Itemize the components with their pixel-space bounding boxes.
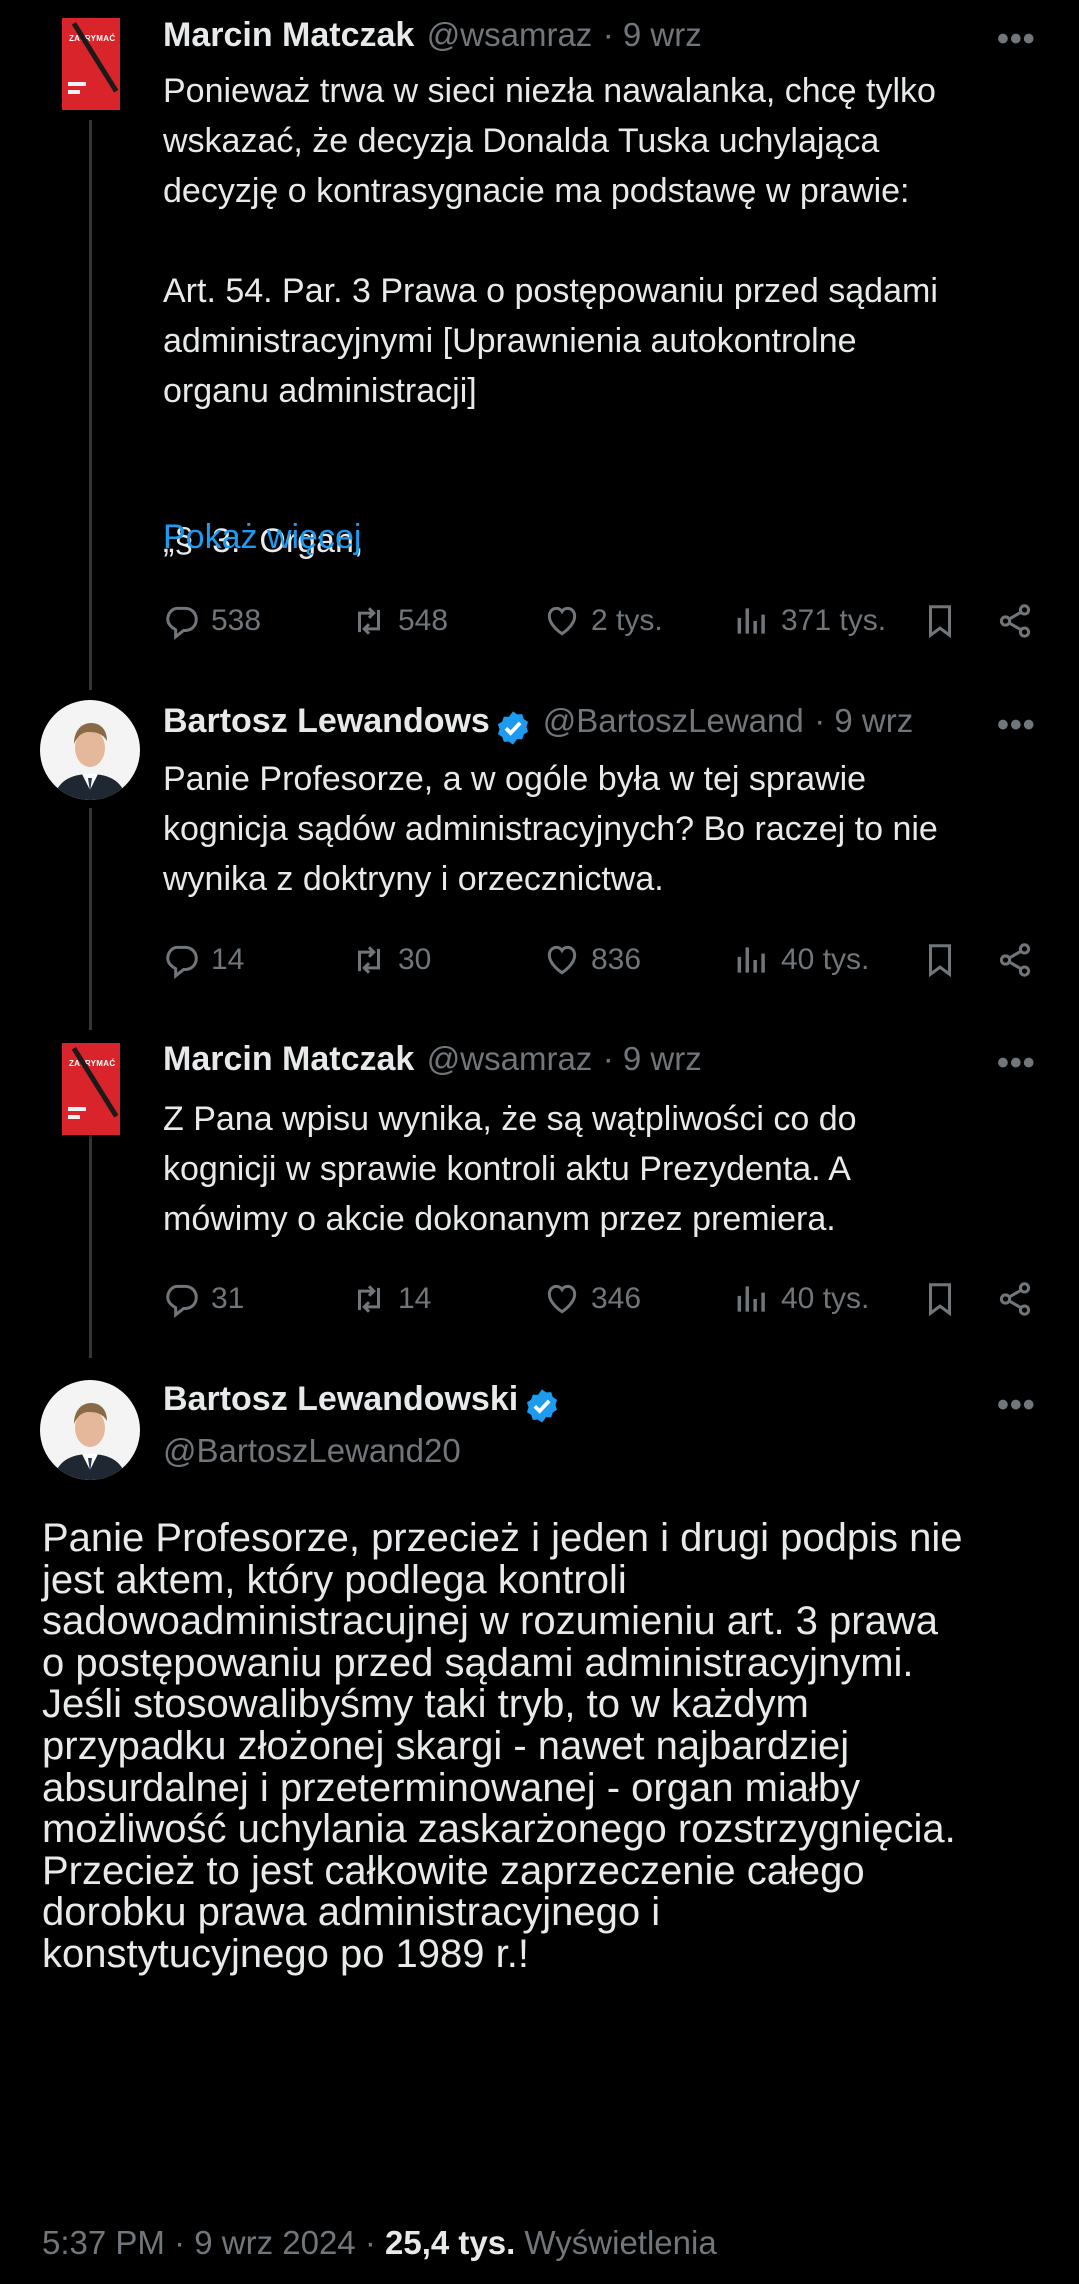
bookmark-icon <box>928 944 952 978</box>
tweet-text: Z Pana wpisu wynika, że są wątpliwości c… <box>163 1100 857 1238</box>
reply-button[interactable]: 31 <box>163 1274 244 1324</box>
author-name[interactable]: Marcin Matczak <box>163 16 414 54</box>
verified-icon <box>498 711 529 745</box>
thread-line <box>89 120 92 690</box>
repost-icon <box>357 946 381 974</box>
reply-icon <box>166 606 198 640</box>
share-icon <box>999 1282 1031 1316</box>
repost-count: 14 <box>398 1282 432 1315</box>
author-handle[interactable]: @wsamraz <box>427 1040 593 1077</box>
avatar-photo <box>40 700 140 800</box>
reply-icon <box>166 1284 198 1318</box>
like-icon <box>547 606 577 636</box>
thread-line <box>89 1122 92 1358</box>
tweet-text: Panie Profesorze, a w ogóle była w tej s… <box>163 760 938 898</box>
repost-count: 30 <box>398 943 432 976</box>
more-icon[interactable]: ••• <box>997 1044 1036 1083</box>
reply-count: 31 <box>211 1282 245 1315</box>
more-icon[interactable]: ••• <box>997 706 1036 745</box>
repost-button[interactable]: 30 <box>350 935 431 985</box>
avatar[interactable]: ZATRYMAĆ <box>62 18 120 110</box>
tweet-actions: 538 548 2 tys. 371 tys. <box>163 596 1043 646</box>
bookmark-icon <box>928 1283 952 1317</box>
reply-icon <box>166 945 198 979</box>
more-icon[interactable]: ••• <box>997 1386 1036 1425</box>
like-count: 346 <box>591 1282 642 1315</box>
views-count: 371 tys. <box>781 604 887 637</box>
repost-button[interactable]: 548 <box>350 596 448 646</box>
tweet-timestamp[interactable]: 5:37 PM · 9 wrz 2024 · <box>42 2224 385 2261</box>
author-name[interactable]: Bartosz Lewandowski <box>163 1380 518 1418</box>
tweet-date[interactable]: · 9 wrz <box>603 1040 702 1077</box>
avatar-book-title: ZATRYMAĆ <box>69 34 116 43</box>
tweet-actions: 14 30 836 40 tys. <box>163 935 1043 985</box>
views-count: 40 tys. <box>781 1282 870 1315</box>
verified-icon <box>526 1389 557 1423</box>
like-count: 2 tys. <box>591 604 663 637</box>
views-icon <box>737 1286 765 1312</box>
show-more-link[interactable]: Pokaż więcej <box>163 518 361 557</box>
share-button[interactable] <box>996 596 1044 646</box>
like-count: 836 <box>591 943 642 976</box>
repost-icon <box>357 607 381 635</box>
share-button[interactable] <box>996 1274 1044 1324</box>
views-total: 25,4 tys. <box>384 2224 516 2261</box>
reply-button[interactable]: 14 <box>163 935 244 985</box>
bookmark-button[interactable] <box>921 596 969 646</box>
views-button[interactable]: 371 tys. <box>733 596 886 646</box>
tweet-footer: 5:37 PM · 9 wrz 2024 · 25,4 tys. Wyświet… <box>42 2224 717 2262</box>
avatar-book-title: ZATRYMAĆ <box>69 1059 116 1068</box>
reply-button[interactable]: 538 <box>163 596 261 646</box>
tweet-text: Ponieważ trwa w sieci niezła nawalanka, … <box>163 72 938 560</box>
author-handle[interactable]: @wsamraz <box>427 16 593 53</box>
tweet-header: Marcin Matczak @wsamraz · 9 wrz <box>163 1040 702 1079</box>
repost-count: 548 <box>398 604 449 637</box>
views-button[interactable]: 40 tys. <box>733 935 869 985</box>
tweet-actions: 31 14 346 40 tys. <box>163 1274 1043 1324</box>
like-button[interactable]: 2 tys. <box>543 596 663 646</box>
tweet-header: Bartosz Lewandows @BartoszLewand · 9 wrz <box>163 702 993 747</box>
bookmark-icon <box>928 605 952 639</box>
more-icon[interactable]: ••• <box>997 20 1036 59</box>
tweet-date[interactable]: · 9 wrz <box>814 702 913 739</box>
bookmark-button[interactable] <box>921 935 969 985</box>
like-icon <box>547 1284 577 1314</box>
views-button[interactable]: 40 tys. <box>733 1274 869 1324</box>
author-handle[interactable]: @BartoszLewand <box>543 702 804 739</box>
views-icon <box>737 608 765 634</box>
views-label: Wyświetlenia <box>515 2224 717 2261</box>
repost-icon <box>357 1285 381 1313</box>
avatar[interactable]: ZATRYMAĆ <box>62 1043 120 1135</box>
like-icon <box>547 945 577 975</box>
reply-count: 14 <box>211 943 245 976</box>
avatar[interactable] <box>40 700 140 800</box>
tweet-header: Bartosz Lewandowski <box>163 1380 561 1425</box>
author-name[interactable]: Marcin Matczak <box>163 1040 414 1078</box>
tweet-date[interactable]: · 9 wrz <box>603 16 702 53</box>
share-icon <box>999 604 1031 638</box>
author-handle[interactable]: @BartoszLewand20 <box>163 1432 461 1470</box>
tweet-header: Marcin Matczak @wsamraz · 9 wrz <box>163 16 702 55</box>
repost-button[interactable]: 14 <box>350 1274 431 1324</box>
like-button[interactable]: 836 <box>543 935 641 985</box>
like-button[interactable]: 346 <box>543 1274 641 1324</box>
avatar[interactable] <box>40 1380 140 1480</box>
thread-line <box>89 808 92 1030</box>
avatar-photo <box>40 1380 140 1480</box>
views-icon <box>737 947 765 973</box>
tweet-text: Panie Profesorze, przecież i jeden i dru… <box>42 1516 963 1976</box>
share-button[interactable] <box>996 935 1044 985</box>
author-name[interactable]: Bartosz Lewandows <box>163 702 490 740</box>
views-count: 40 tys. <box>781 943 870 976</box>
share-icon <box>999 943 1031 977</box>
reply-count: 538 <box>211 604 262 637</box>
bookmark-button[interactable] <box>921 1274 969 1324</box>
